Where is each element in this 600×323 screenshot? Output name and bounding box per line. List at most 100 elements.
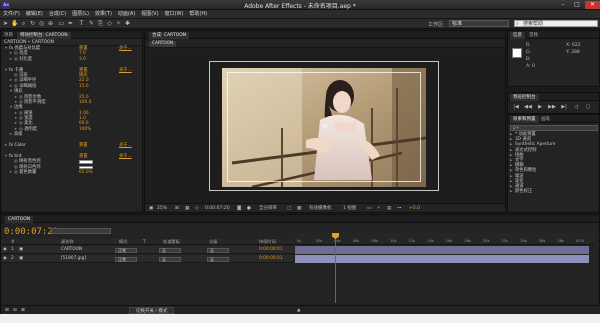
- brush-tool-icon[interactable]: ✎: [88, 20, 95, 27]
- puppet-tool-icon[interactable]: ✱: [124, 20, 131, 27]
- zoom-level-select[interactable]: 25%: [157, 205, 167, 212]
- color-picker-swatch[interactable]: [79, 165, 93, 170]
- snapshot-icon[interactable]: ◙: [237, 205, 241, 212]
- layer-bar-cartoon[interactable]: [295, 246, 589, 254]
- column-header[interactable]: 源名称: [61, 239, 74, 245]
- type-tool-icon[interactable]: T: [78, 20, 85, 27]
- current-time-display[interactable]: 0:00:07:20: [205, 205, 230, 212]
- workspace-select[interactable]: 标准: [449, 20, 509, 27]
- hand-tool-icon[interactable]: ✋: [11, 20, 18, 27]
- menu-item-8[interactable]: 帮助(H): [186, 10, 210, 19]
- timeline-icon[interactable]: ▤: [387, 205, 391, 212]
- pen-tool-icon[interactable]: ✒: [67, 20, 74, 27]
- twirl-arrow-icon[interactable]: ▸: [9, 170, 13, 175]
- parent-select[interactable]: 无: [207, 247, 229, 253]
- effect-category-item[interactable]: 颜色校正: [510, 189, 598, 194]
- tab-timeline-cartoon[interactable]: CARTOON: [5, 216, 34, 223]
- next-frame-icon[interactable]: ▶▶: [548, 104, 556, 111]
- composition-viewer[interactable]: [145, 49, 505, 203]
- menu-item-7[interactable]: 窗口(W): [162, 10, 187, 19]
- column-header[interactable]: T: [143, 239, 146, 245]
- toggle-switches-modes-button[interactable]: 切换开关 / 模式: [129, 307, 175, 314]
- last-frame-icon[interactable]: ▶|: [560, 104, 568, 111]
- camera-tool-icon[interactable]: ◎: [38, 20, 45, 27]
- ruler-tick-label: 24s: [520, 239, 527, 243]
- blend-mode-select[interactable]: 正常: [115, 256, 137, 262]
- time-ruler[interactable]: 0s 02s 04s 06s 08s 10s 12s 14s 16s 18s 20s 22s 24s 26…: [295, 233, 595, 245]
- maximize-button[interactable]: □: [570, 1, 584, 9]
- fast-preview-icon[interactable]: ⚡: [377, 205, 380, 212]
- play-icon[interactable]: ▶: [536, 104, 544, 111]
- column-header[interactable]: 父级: [209, 239, 217, 245]
- layer-bar-image[interactable]: [295, 255, 589, 263]
- timeline-search-input[interactable]: [51, 228, 111, 234]
- menu-item-5[interactable]: 动画(A): [115, 10, 138, 19]
- show-channel-icon[interactable]: ●: [247, 205, 251, 212]
- playhead-line[interactable]: [335, 233, 336, 303]
- roto-brush-tool-icon[interactable]: ✧: [115, 20, 122, 27]
- expand-transfer-controls-icon[interactable]: ⊟: [13, 307, 17, 314]
- tab-audio[interactable]: 音频: [526, 32, 541, 39]
- grid-icon[interactable]: ▦: [185, 205, 189, 212]
- expand-layer-switches-icon[interactable]: ⊞: [5, 307, 9, 314]
- timeline-layer-row[interactable]: ◉ 2 ▣ [51807.jpg] 正常 无 无 0:00:00:01: [1, 255, 293, 263]
- color-picker-swatch[interactable]: [79, 160, 93, 164]
- previous-frame-icon[interactable]: ◀◀: [524, 104, 532, 111]
- column-header[interactable]: 轨道蒙板: [163, 239, 180, 245]
- eraser-tool-icon[interactable]: ◇: [106, 20, 113, 27]
- clone-tool-icon[interactable]: ⎘: [97, 20, 104, 27]
- menu-item-2[interactable]: 合成(C): [46, 10, 69, 19]
- layer-name: [51807.jpg]: [61, 256, 87, 261]
- property-value[interactable]: 65.0%: [79, 170, 93, 175]
- camera-view-select[interactable]: 有效摄像机: [309, 205, 332, 212]
- first-frame-icon[interactable]: |◀: [512, 104, 520, 111]
- track-matte-select[interactable]: 无: [159, 256, 181, 262]
- parent-select[interactable]: 无: [207, 256, 229, 262]
- always-preview-icon[interactable]: ▣: [149, 205, 153, 212]
- tab-info[interactable]: 信息: [510, 32, 525, 39]
- layer-duration[interactable]: 0:00:00:01: [259, 255, 282, 263]
- layer-duration[interactable]: 0:00:00:01: [259, 246, 282, 254]
- search-help-input[interactable]: ⌕ 搜索帮助: [514, 20, 598, 27]
- safe-zones-icon[interactable]: ⊞: [175, 205, 179, 212]
- tab-composition[interactable]: 合成: CARTOON: [149, 32, 190, 39]
- zoom-out-icon[interactable]: ▲: [297, 307, 300, 314]
- composition-flow-tab[interactable]: CARTOON: [149, 41, 177, 47]
- menu-item-0[interactable]: 文件(F): [0, 10, 23, 19]
- tab-brushes[interactable]: 画笔: [538, 116, 553, 123]
- audio-icon[interactable]: ◁: [572, 104, 580, 111]
- menu-item-3[interactable]: 图层(L): [69, 10, 92, 19]
- column-header[interactable]: 模式: [119, 239, 127, 245]
- minimize-button[interactable]: –: [556, 1, 570, 9]
- track-matte-select[interactable]: 无: [159, 247, 181, 253]
- tab-preview[interactable]: 预览控制台: [510, 94, 539, 101]
- rotate-tool-icon[interactable]: ↻: [29, 20, 36, 27]
- flowchart-icon[interactable]: ⊶: [397, 205, 402, 212]
- timeline-layer-row[interactable]: ◉ 1 ▣ CARTOON 正常 无 无 0:00:00:01: [1, 246, 293, 254]
- expand-in-out-icon[interactable]: ⊠: [21, 307, 25, 314]
- tab-effect-controls[interactable]: 特效控制台: CARTOON: [17, 32, 71, 39]
- menu-item-1[interactable]: 编辑(E): [23, 10, 46, 19]
- effect-property-row[interactable]: ▸ ◎ 着色数量 65.0%: [1, 170, 142, 175]
- mask-visibility-icon[interactable]: ◇: [195, 205, 198, 212]
- blend-mode-select[interactable]: 正常: [115, 247, 137, 253]
- effects-search-input[interactable]: ρ+: [510, 125, 598, 131]
- menu-item-4[interactable]: 效果(T): [92, 10, 115, 19]
- tab-effects-presets[interactable]: 效果和预置: [510, 116, 539, 123]
- column-header[interactable]: #: [11, 239, 15, 245]
- pan-behind-tool-icon[interactable]: ⊕: [47, 20, 54, 27]
- resolution-select[interactable]: 全分辨率: [259, 205, 277, 212]
- transparency-grid-icon[interactable]: ▩: [297, 205, 301, 212]
- region-of-interest-icon[interactable]: ▢: [287, 205, 291, 212]
- menu-item-6[interactable]: 视图(V): [138, 10, 161, 19]
- tab-project[interactable]: 项目: [1, 32, 16, 39]
- zoom-tool-icon[interactable]: ⌕: [20, 20, 27, 27]
- selection-tool-icon[interactable]: ➤: [2, 20, 9, 27]
- view-layout-select[interactable]: 1 视图: [343, 205, 356, 212]
- column-header[interactable]: 持续时间: [259, 239, 276, 245]
- close-button[interactable]: ✕: [585, 1, 600, 9]
- toggle-pixel-aspect-icon[interactable]: ▭: [367, 205, 371, 212]
- exposure-value[interactable]: +0.0: [409, 205, 420, 212]
- loop-icon[interactable]: ▢: [584, 104, 592, 111]
- mask-tool-icon[interactable]: ▭: [58, 20, 65, 27]
